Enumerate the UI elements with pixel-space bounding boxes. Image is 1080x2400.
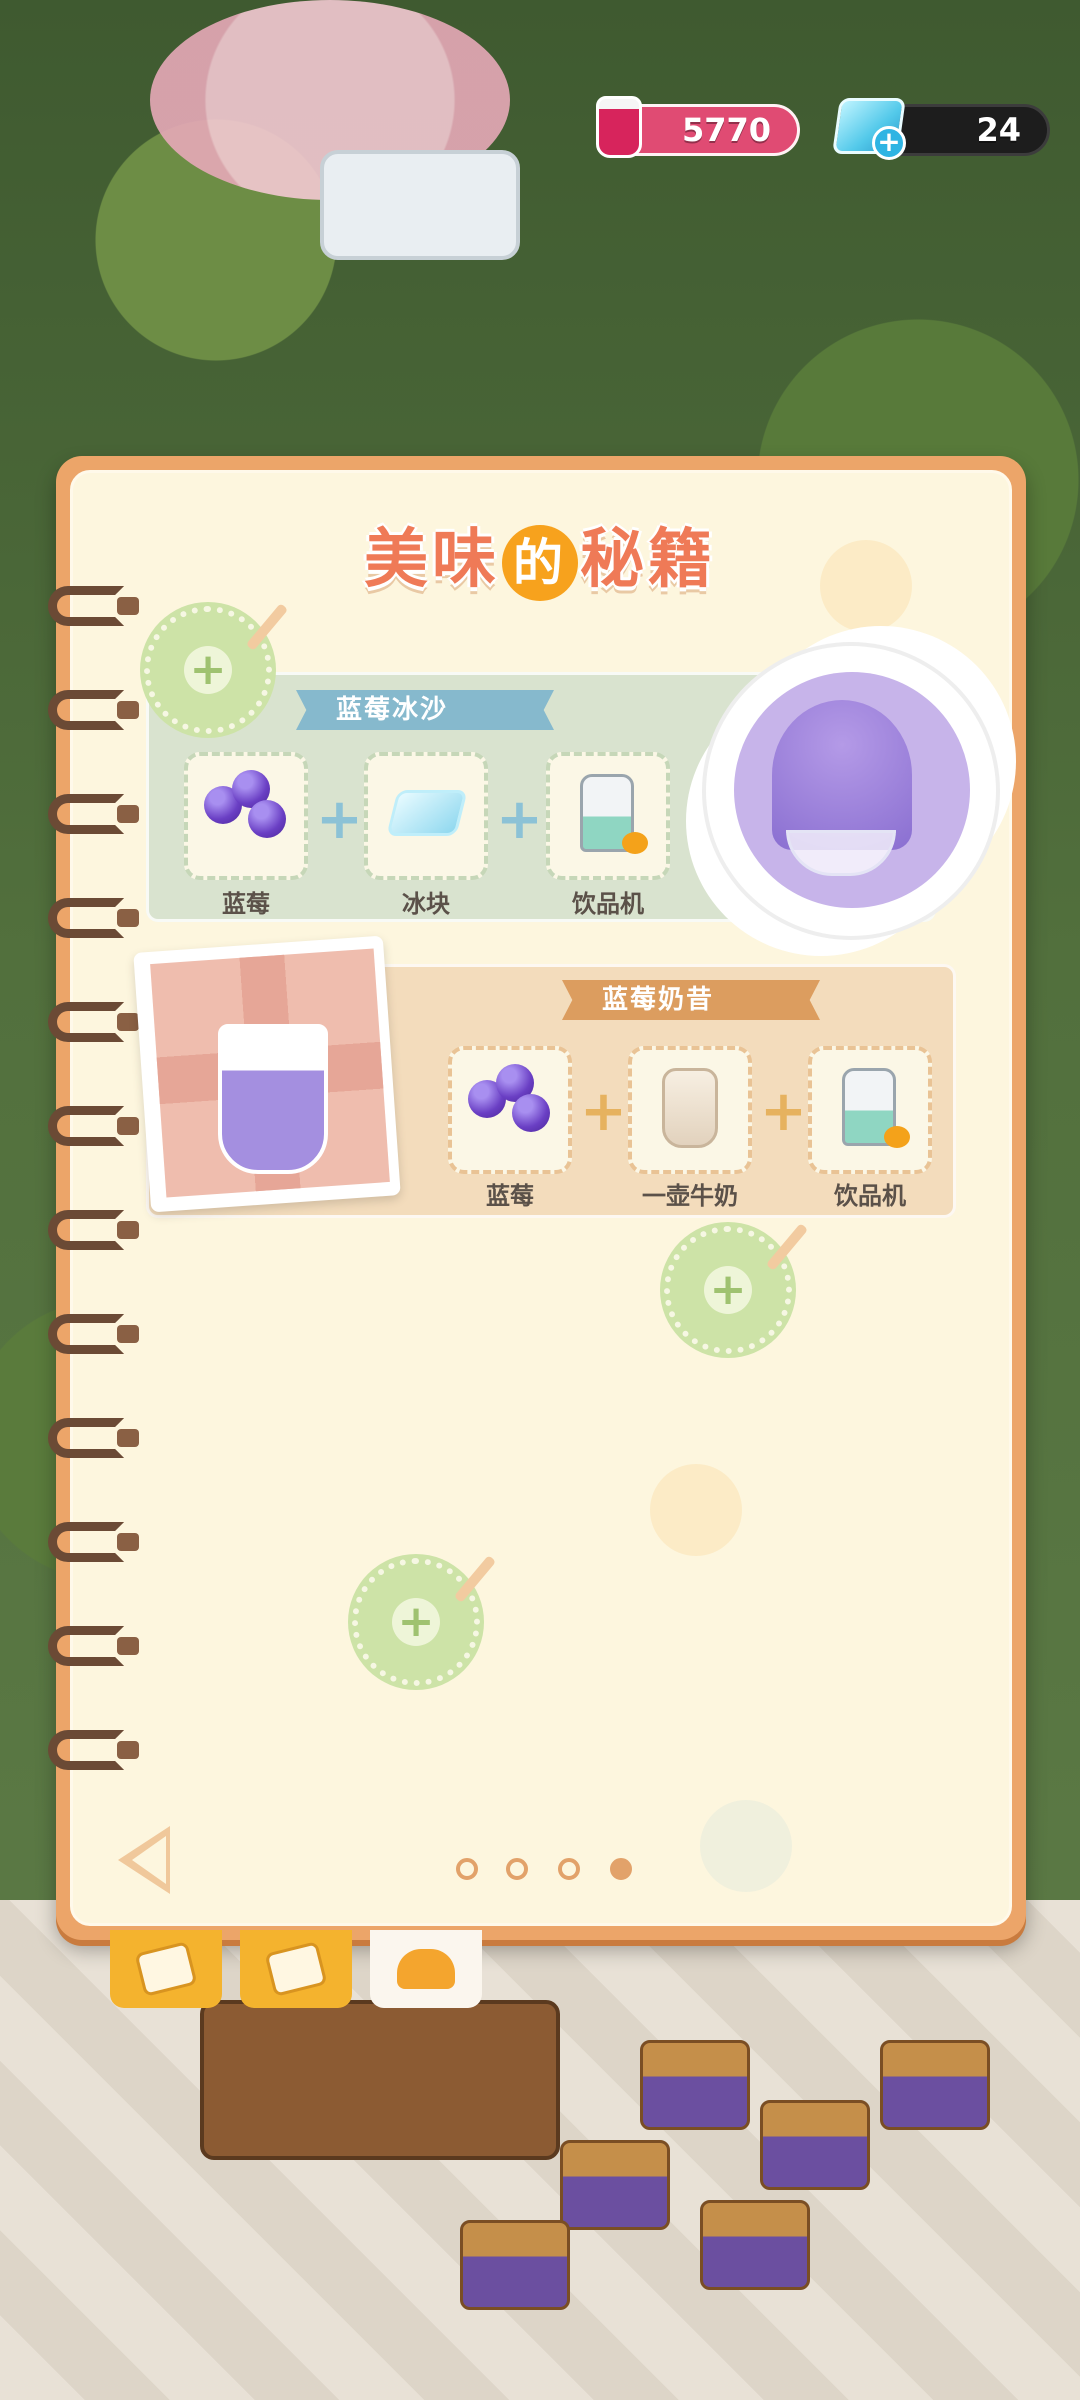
plus-icon: + [704,1266,752,1314]
duck-icon [622,832,648,854]
plus-icon: + [184,646,232,694]
plus-icon: + [392,1598,440,1646]
add-recipe-slot[interactable]: + [352,1555,497,1686]
ingredient-slot[interactable] [628,1046,752,1174]
page-dot-active[interactable] [610,1858,632,1880]
blueberry-shaved-ice-icon[interactable] [772,700,912,850]
recipe-name-ribbon: 蓝莓冰沙 [296,690,554,730]
recipe-name: 蓝莓冰沙 [336,695,449,725]
binder-ring [48,898,139,938]
binder-ring [48,1106,139,1146]
binder-ring [48,1418,139,1458]
milk-jug-icon [662,1068,718,1148]
duck-icon [884,1126,910,1148]
title-orange-glyph: 的 [502,525,578,602]
gem-amount: 24 [976,111,1021,149]
book-title: 美味的秘籍 [0,508,1080,602]
orange-decoration-icon [650,1464,742,1556]
blueberry-icon [248,800,286,838]
produce-crate [880,2040,990,2130]
blueberry-milkshake-icon[interactable] [218,1024,328,1174]
recipe-name-ribbon: 蓝莓奶昔 [562,980,820,1020]
ingredient-label: 冰块 [402,890,450,918]
plus-icon: + [496,787,543,852]
chef-hat-icon [397,1949,455,1989]
note-icon [264,1941,328,1997]
ingredient-slot[interactable] [546,752,670,880]
add-recipe-slot[interactable]: + [144,603,289,734]
title-part: 美 [364,523,432,597]
ice-cube-icon [386,790,468,836]
binder-ring [48,690,139,730]
jam-jar-icon [596,96,642,158]
add-recipe-slot[interactable]: + [664,1223,809,1354]
title-part: 秘籍 [580,523,716,597]
ingredient-slot[interactable] [448,1046,572,1174]
tab-notes-2[interactable] [240,1930,352,2008]
add-gems-icon[interactable]: + [872,126,906,160]
ingredient-label: 蓝莓 [486,1182,534,1210]
binder-ring [48,794,139,834]
recipe-name: 蓝莓奶昔 [602,985,715,1015]
binder-ring [48,1002,139,1042]
plus-icon: + [580,1079,627,1144]
tab-notes-1[interactable] [110,1930,222,2008]
produce-crate [460,2220,570,2310]
produce-crate [560,2140,670,2230]
back-arrow-icon[interactable] [118,1826,170,1894]
ingredient-label: 蓝莓 [222,890,270,918]
ingredient-label: 饮品机 [834,1182,906,1210]
food-truck [320,150,520,260]
jam-amount: 5770 [681,111,771,149]
plus-icon: + [316,787,363,852]
binder-ring [48,1730,139,1770]
ingredient-label: 饮品机 [572,890,644,918]
ingredient-label: 一壶牛奶 [642,1182,738,1210]
market-stall [200,2000,560,2160]
ingredient-slot[interactable] [364,752,488,880]
binder-ring [48,1522,139,1562]
ingredient-slot[interactable] [808,1046,932,1174]
produce-crate [640,2040,750,2130]
produce-crate [700,2200,810,2290]
tab-recipes[interactable] [370,1930,482,2008]
page-dot[interactable] [558,1858,580,1880]
binder-ring [48,1314,139,1354]
binder-ring [48,1626,139,1666]
binder-ring [48,1210,139,1250]
produce-crate [760,2100,870,2190]
page-dot[interactable] [456,1858,478,1880]
clover-decoration-icon [700,1800,792,1892]
note-icon [134,1941,198,1997]
ingredient-slot[interactable] [184,752,308,880]
plus-icon: + [760,1079,807,1144]
title-part: 味 [432,523,500,597]
page-dot[interactable] [506,1858,528,1880]
blueberry-icon [512,1094,550,1132]
